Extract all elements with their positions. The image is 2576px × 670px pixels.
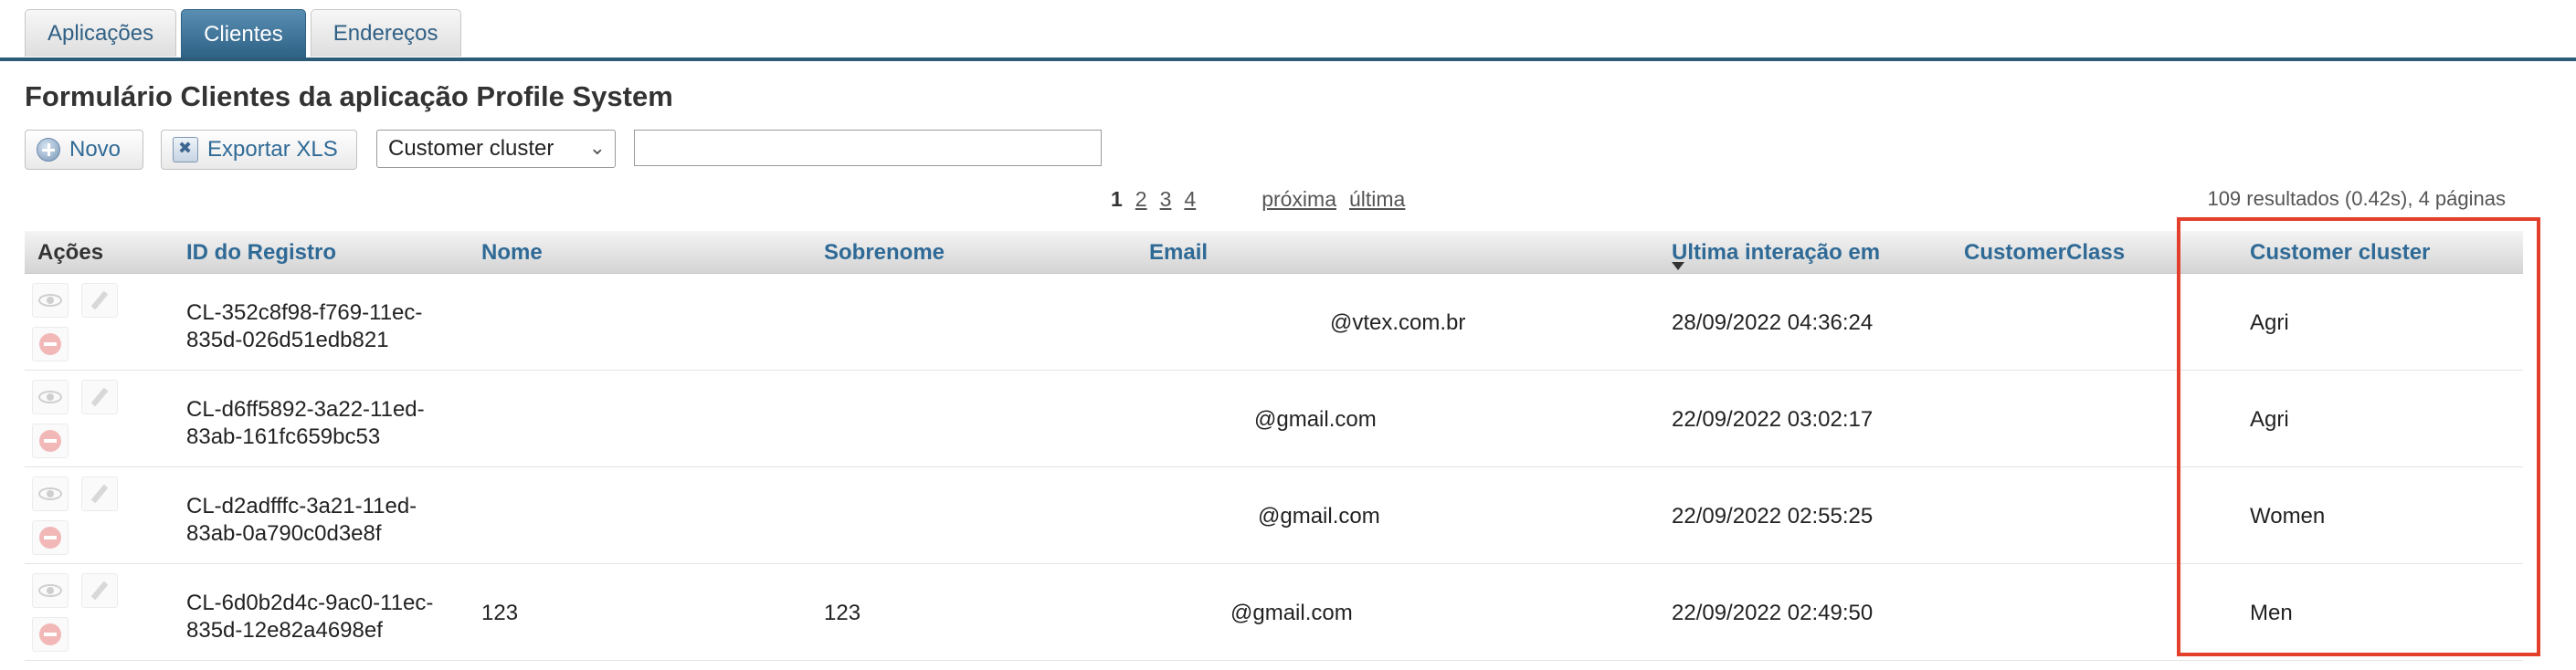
edit-button[interactable] [81, 380, 118, 414]
table-row: CL-352c8f98-f769-11ec- 835d-026d51edb821… [25, 274, 2523, 371]
pencil-icon [90, 387, 109, 407]
tab-aplicacoes[interactable]: Aplicações [25, 9, 177, 57]
cell-last-interaction: 22/09/2022 02:49:50 [1672, 601, 1874, 625]
cell-id: CL-352c8f98-f769-11ec- 835d-026d51edb821 [186, 299, 422, 354]
row-actions [32, 380, 123, 462]
cell-email: @gmail.com [1254, 407, 1377, 432]
pencil-icon [90, 290, 109, 310]
view-button[interactable] [32, 380, 69, 414]
remove-icon [39, 430, 61, 452]
remove-icon [39, 527, 61, 549]
app-tabs: Aplicações Clientes Endereços [25, 9, 461, 58]
delete-button[interactable] [32, 520, 69, 555]
cell-last-interaction: 22/09/2022 02:55:25 [1672, 504, 1874, 529]
page-current: 1 [1111, 187, 1123, 211]
chevron-down-icon: ⌄ [588, 136, 606, 159]
cell-first-name: 123 [481, 601, 519, 625]
view-button[interactable] [32, 476, 69, 511]
cell-id: CL-d2adfffc-3a21-11ed- 83ab-0a790c0d3e8f [186, 493, 417, 548]
row-actions [32, 283, 123, 365]
pagination: 1 2 3 4 próxima última [1111, 187, 1418, 212]
cell-email: @gmail.com [1258, 504, 1380, 529]
customer-cluster-highlight-box [2177, 217, 2540, 656]
filter-field-select[interactable]: Customer cluster ⌄ [376, 130, 616, 168]
table-row: CL-d2adfffc-3a21-11ed- 83ab-0a790c0d3e8f… [25, 467, 2523, 564]
cell-id-line2: 83ab-161fc659bc53 [186, 424, 381, 449]
cell-email: @vtex.com.br [1330, 310, 1466, 335]
cell-id-line1: CL-d2adfffc-3a21-11ed- [186, 494, 417, 518]
edit-button[interactable] [81, 283, 118, 318]
cell-id-line2: 835d-12e82a4698ef [186, 618, 383, 643]
new-button[interactable]: Novo [25, 130, 143, 170]
remove-icon [39, 623, 61, 645]
col-email[interactable]: Email [1149, 240, 1208, 266]
cell-id-line2: 83ab-0a790c0d3e8f [186, 521, 382, 546]
eye-icon [38, 391, 62, 403]
edit-button[interactable] [81, 476, 118, 511]
edit-button[interactable] [81, 573, 118, 608]
results-summary: 109 resultados (0.42s), 4 páginas [2207, 187, 2506, 210]
cell-id-line2: 835d-026d51edb821 [186, 328, 389, 352]
pagination-spacer [1209, 187, 1249, 212]
pencil-icon [90, 484, 109, 504]
table-header: Ações ID do Registro Nome Sobrenome Emai… [25, 231, 2523, 274]
clients-table: Ações ID do Registro Nome Sobrenome Emai… [25, 231, 2523, 661]
cell-id: CL-6d0b2d4c-9ac0-11ec- 835d-12e82a4698ef [186, 590, 433, 644]
export-xls-button[interactable]: Exportar XLS [161, 130, 357, 170]
col-last-interaction[interactable]: Ultima interação em [1672, 240, 1880, 266]
col-customer-class[interactable]: CustomerClass [1964, 240, 2125, 266]
delete-button[interactable] [32, 424, 69, 458]
sort-desc-icon [1672, 262, 1684, 270]
new-button-label: Novo [69, 137, 121, 162]
col-first-name[interactable]: Nome [481, 240, 543, 266]
tab-clientes[interactable]: Clientes [181, 9, 306, 58]
export-xls-label: Exportar XLS [207, 137, 338, 162]
next-page-link[interactable]: próxima [1262, 187, 1336, 212]
cell-id-line1: CL-d6ff5892-3a22-11ed- [186, 397, 425, 422]
view-button[interactable] [32, 283, 69, 318]
page-link-3[interactable]: 3 [1160, 187, 1172, 212]
eye-icon [38, 294, 62, 307]
last-page-link[interactable]: última [1349, 187, 1405, 212]
excel-icon [173, 137, 198, 162]
filter-field-value: Customer cluster [388, 136, 554, 161]
pencil-icon [90, 581, 109, 601]
cell-id: CL-d6ff5892-3a22-11ed- 83ab-161fc659bc53 [186, 396, 425, 451]
cell-last-interaction: 28/09/2022 04:36:24 [1672, 310, 1874, 335]
cell-last-name: 123 [824, 601, 861, 625]
tab-enderecos[interactable]: Endereços [310, 9, 461, 57]
table-row: CL-6d0b2d4c-9ac0-11ec- 835d-12e82a4698ef… [25, 564, 2523, 661]
add-icon [37, 138, 60, 162]
row-actions [32, 476, 123, 559]
col-id[interactable]: ID do Registro [186, 240, 336, 266]
tab-divider [0, 58, 2576, 61]
cell-id-line1: CL-6d0b2d4c-9ac0-11ec- [186, 591, 434, 615]
delete-button[interactable] [32, 617, 69, 652]
page-link-4[interactable]: 4 [1184, 187, 1196, 212]
delete-button[interactable] [32, 327, 69, 361]
table-row: CL-d6ff5892-3a22-11ed- 83ab-161fc659bc53… [25, 371, 2523, 467]
row-actions [32, 573, 123, 655]
col-actions: Ações [37, 240, 104, 265]
cell-last-interaction: 22/09/2022 03:02:17 [1672, 407, 1874, 432]
page-link-2[interactable]: 2 [1135, 187, 1147, 212]
page-title: Formulário Clientes da aplicação Profile… [25, 80, 673, 112]
eye-icon [38, 584, 62, 597]
cell-email: @gmail.com [1230, 601, 1353, 625]
view-button[interactable] [32, 573, 69, 608]
cell-id-line1: CL-352c8f98-f769-11ec- [186, 300, 423, 325]
col-last-name[interactable]: Sobrenome [824, 240, 945, 266]
eye-icon [38, 487, 62, 500]
filter-search-input[interactable] [634, 130, 1102, 166]
remove-icon [39, 333, 61, 355]
